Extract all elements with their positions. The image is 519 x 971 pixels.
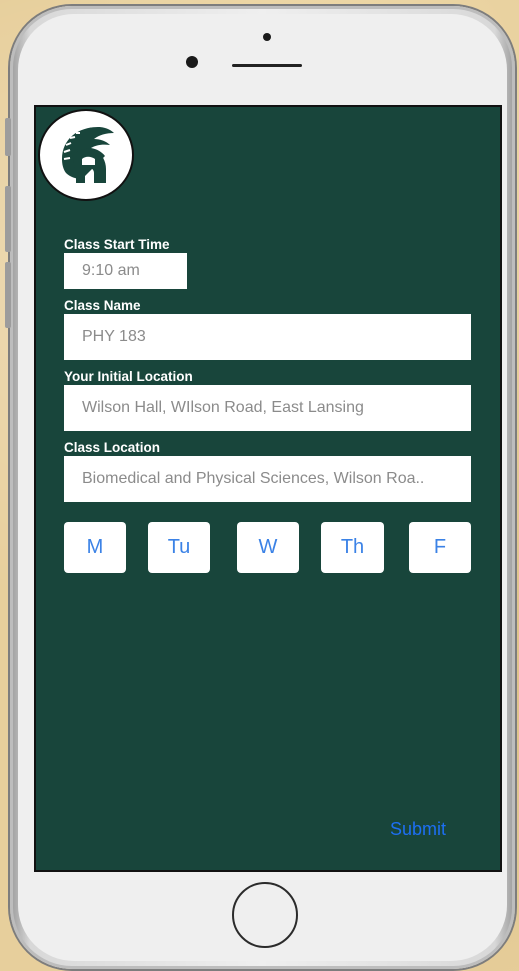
proximity-sensor [263,33,271,41]
day-button-tuesday[interactable]: Tu [148,522,210,573]
app-screen: Class Start Time 9:10 am Class Name PHY … [34,105,502,872]
day-button-friday[interactable]: F [409,522,471,573]
class-name-input[interactable]: PHY 183 [64,314,471,360]
earpiece-speaker [232,64,302,67]
home-button[interactable] [232,882,298,948]
day-button-wednesday[interactable]: W [237,522,299,573]
start-time-input[interactable]: 9:10 am [64,253,187,289]
volume-down-button [5,262,11,328]
class-location-input[interactable]: Biomedical and Physical Sciences, Wilson… [64,456,471,502]
front-camera [186,56,198,68]
day-button-thursday[interactable]: Th [321,522,384,573]
volume-up-button [5,186,11,252]
start-time-label: Class Start Time [64,237,170,252]
initial-location-input[interactable]: Wilson Hall, WIlson Road, East Lansing [64,385,471,431]
class-name-label: Class Name [64,298,141,313]
day-button-monday[interactable]: M [64,522,126,573]
submit-button[interactable]: Submit [390,819,446,839]
initial-location-label: Your Initial Location [64,369,193,384]
class-location-label: Class Location [64,440,161,455]
spartan-helmet-icon [38,109,134,201]
mute-switch [5,118,11,156]
